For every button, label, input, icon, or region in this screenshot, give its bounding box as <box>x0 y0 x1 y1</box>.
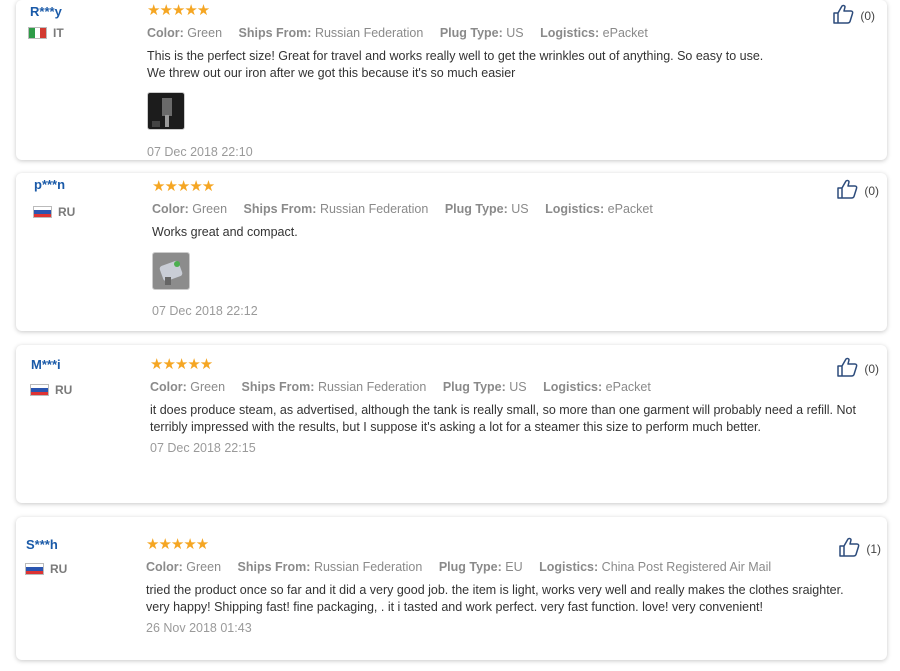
country-code: RU <box>55 383 73 397</box>
reviewer-name[interactable]: R***y <box>30 4 62 19</box>
star-rating: ★★★★★ <box>146 536 209 553</box>
like-button[interactable]: (0) <box>836 179 879 202</box>
review-attributes: Color: Green Ships From: Russian Federat… <box>146 560 867 574</box>
review-card: p***n RU ★★★★★ Color: Green Ships From: … <box>16 173 887 331</box>
attr-label: Logistics: <box>540 26 600 40</box>
review-date: 07 Dec 2018 22:10 <box>147 145 253 159</box>
country-code: IT <box>53 26 64 40</box>
russia-flag-icon <box>30 384 49 396</box>
thumbs-up-icon <box>836 179 858 202</box>
attr-plug-type: US <box>509 380 527 394</box>
reviewer-name[interactable]: S***h <box>26 537 58 552</box>
attr-label: Ships From: <box>241 380 315 394</box>
review-date: 07 Dec 2018 22:12 <box>152 304 258 318</box>
russia-flag-icon <box>25 563 44 575</box>
review-attributes: Color: Green Ships From: Russian Federat… <box>152 202 767 216</box>
attr-color: Green <box>190 380 226 394</box>
attr-label: Color: <box>146 560 183 574</box>
reviewer-country: RU <box>25 562 67 576</box>
attr-label: Logistics: <box>539 560 599 574</box>
attr-label: Plug Type: <box>439 26 503 40</box>
attr-plug-type: US <box>511 202 529 216</box>
like-count: (0) <box>864 361 879 376</box>
review-text: it does produce steam, as advertised, al… <box>150 403 856 434</box>
attr-plug-type: US <box>506 26 524 40</box>
attr-logistics: ePacket <box>602 26 648 40</box>
attr-color: Green <box>186 560 222 574</box>
like-count: (1) <box>866 541 881 556</box>
attr-ships-from: Russian Federation <box>313 560 423 574</box>
attr-label: Color: <box>150 380 187 394</box>
attr-label: Plug Type: <box>444 202 508 216</box>
review-content: ★★★★★ Color: Green Ships From: Russian F… <box>147 2 767 159</box>
attr-color: Green <box>192 202 228 216</box>
reviewer-country: RU <box>33 205 75 219</box>
review-card: S***h RU ★★★★★ Color: Green Ships From: … <box>16 517 887 660</box>
thumbs-up-icon <box>832 4 854 27</box>
review-attributes: Color: Green Ships From: Russian Federat… <box>147 26 767 40</box>
review-photo-thumbnail[interactable] <box>147 92 185 130</box>
review-text: Works great and compact. <box>152 225 298 239</box>
review-card: R***y IT ★★★★★ Color: Green Ships From: … <box>16 0 887 160</box>
attr-label: Ships From: <box>238 26 312 40</box>
review-card: M***i RU ★★★★★ Color: Green Ships From: … <box>16 345 887 503</box>
attr-logistics: ePacket <box>605 380 651 394</box>
attr-color: Green <box>187 26 223 40</box>
star-rating: ★★★★★ <box>152 178 215 195</box>
review-date: 26 Nov 2018 01:43 <box>146 621 252 635</box>
attr-label: Plug Type: <box>442 380 506 394</box>
reviewer-country: RU <box>30 383 72 397</box>
reviewer-country: IT <box>28 26 64 40</box>
review-content: ★★★★★ Color: Green Ships From: Russian F… <box>146 536 867 635</box>
attr-label: Logistics: <box>545 202 605 216</box>
review-content: ★★★★★ Color: Green Ships From: Russian F… <box>152 178 767 318</box>
attr-label: Ships From: <box>237 560 311 574</box>
review-content: ★★★★★ Color: Green Ships From: Russian F… <box>150 356 867 455</box>
attr-logistics: ePacket <box>607 202 653 216</box>
russia-flag-icon <box>33 206 52 218</box>
attr-plug-type: EU <box>505 560 523 574</box>
reviewer-name[interactable]: p***n <box>34 177 65 192</box>
star-rating: ★★★★★ <box>147 2 210 19</box>
attr-ships-from: Russian Federation <box>317 380 427 394</box>
reviewer-name[interactable]: M***i <box>31 357 61 372</box>
like-button[interactable]: (1) <box>838 537 881 560</box>
italy-flag-icon <box>28 27 47 39</box>
review-attributes: Color: Green Ships From: Russian Federat… <box>150 380 867 394</box>
review-text: tried the product once so far and it did… <box>146 583 844 614</box>
attr-label: Logistics: <box>543 380 603 394</box>
like-count: (0) <box>860 8 875 23</box>
like-button[interactable]: (0) <box>832 4 875 27</box>
attr-logistics: China Post Registered Air Mail <box>601 560 772 574</box>
thumbs-up-icon <box>836 357 858 380</box>
review-text: This is the perfect size! Great for trav… <box>147 49 764 80</box>
star-rating: ★★★★★ <box>150 356 213 373</box>
country-code: RU <box>58 205 76 219</box>
like-button[interactable]: (0) <box>836 357 879 380</box>
attr-ships-from: Russian Federation <box>319 202 429 216</box>
country-code: RU <box>50 562 68 576</box>
review-date: 07 Dec 2018 22:15 <box>150 441 256 455</box>
attr-label: Plug Type: <box>438 560 502 574</box>
like-count: (0) <box>864 183 879 198</box>
attr-label: Ships From: <box>243 202 317 216</box>
attr-ships-from: Russian Federation <box>314 26 424 40</box>
attr-label: Color: <box>147 26 184 40</box>
review-photo-thumbnail[interactable] <box>152 252 190 290</box>
thumbs-up-icon <box>838 537 860 560</box>
attr-label: Color: <box>152 202 189 216</box>
